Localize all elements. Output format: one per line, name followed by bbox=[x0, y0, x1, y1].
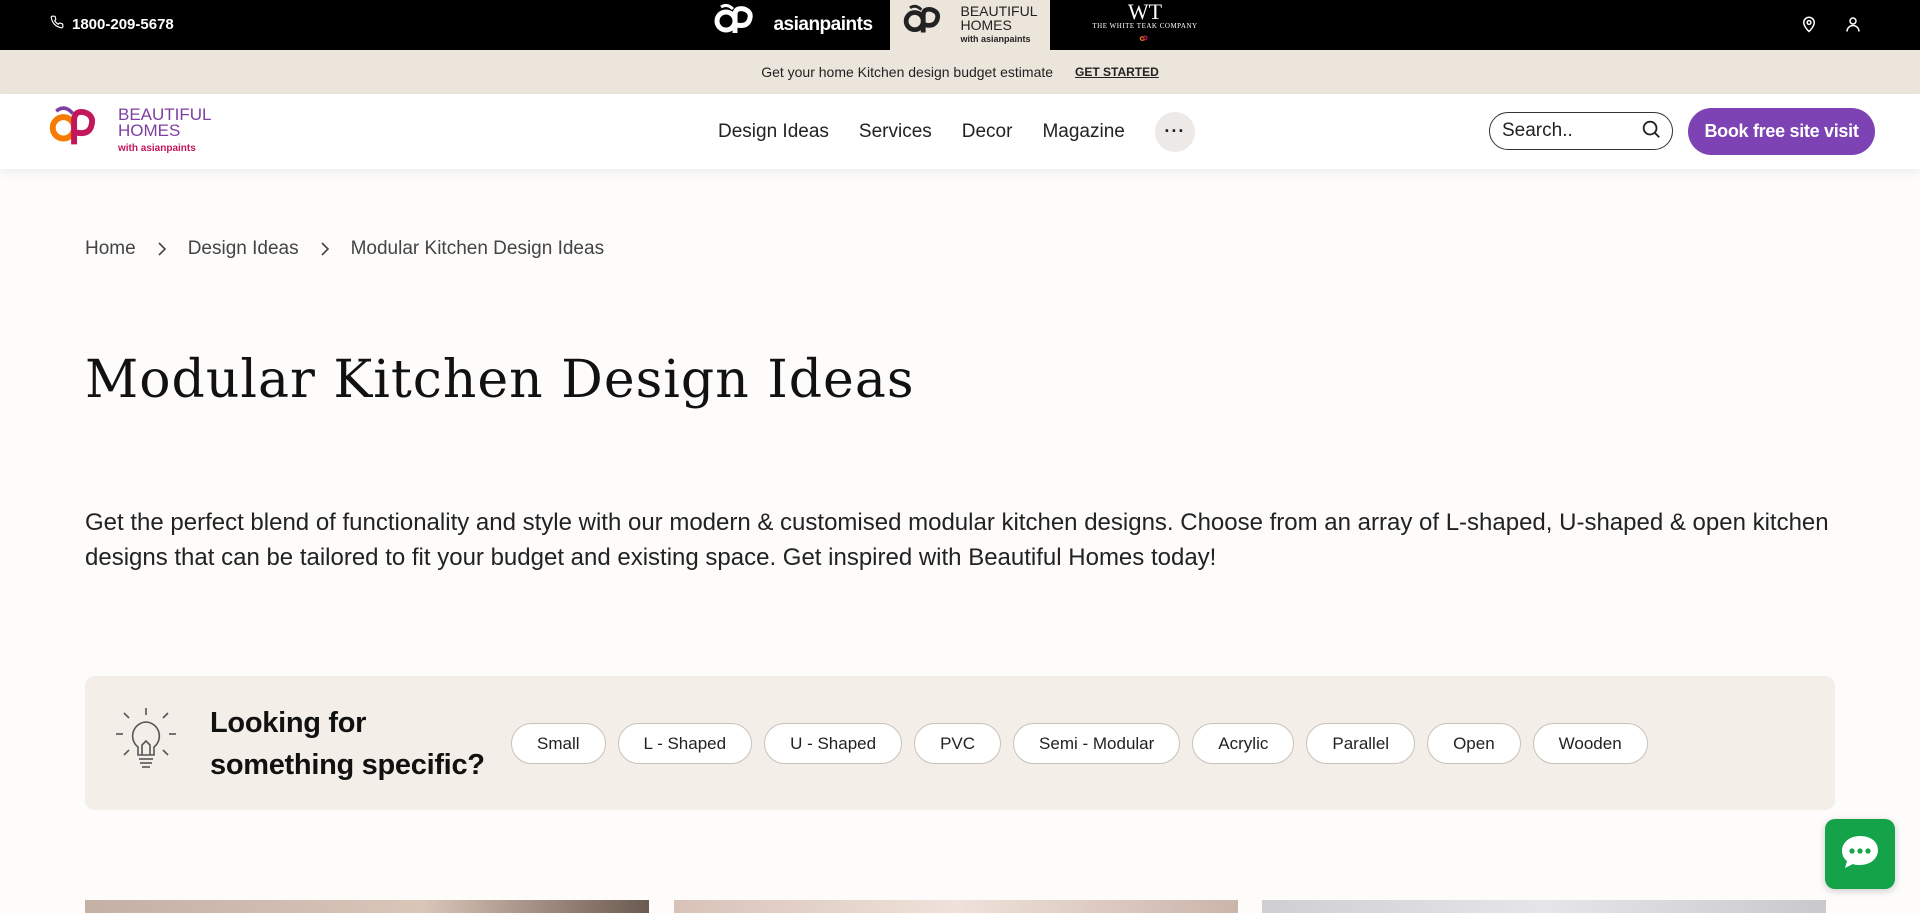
asianpaints-brand-link[interactable]: asianpaints bbox=[696, 0, 890, 50]
beautiful-homes-logo-icon bbox=[48, 104, 112, 159]
search-icon[interactable] bbox=[1640, 118, 1662, 145]
chat-button[interactable] bbox=[1825, 819, 1895, 889]
white-teak-brand-link[interactable]: WT THE WHITE TEAK COMPANY bbox=[1050, 0, 1240, 50]
logo-sub: with asianpaints bbox=[118, 142, 196, 154]
nav-menu: Design Ideas Services Decor Magazine ··· bbox=[718, 94, 1195, 169]
promo-text: Get your home Kitchen design budget esti… bbox=[761, 64, 1054, 80]
white-teak-ap-icon bbox=[1138, 30, 1152, 48]
filter-heading: Looking for something specific? bbox=[210, 702, 485, 786]
white-teak-monogram: WT bbox=[1127, 0, 1163, 24]
chip-small[interactable]: Small bbox=[511, 723, 606, 764]
bh-tab-sub: with asianpaints bbox=[960, 34, 1031, 44]
nav-item-services[interactable]: Services bbox=[859, 121, 932, 143]
beautiful-homes-tab-logo-icon bbox=[902, 4, 954, 47]
chip-parallel[interactable]: Parallel bbox=[1306, 723, 1416, 764]
promo-bar: Get your home Kitchen design budget esti… bbox=[0, 50, 1920, 94]
filter-heading-line2: something specific? bbox=[210, 749, 485, 781]
nav-item-magazine[interactable]: Magazine bbox=[1042, 121, 1124, 143]
design-card-image[interactable] bbox=[1262, 900, 1826, 913]
beautiful-homes-logo[interactable]: BEAUTIFUL HOMES with asianpaints bbox=[48, 104, 212, 159]
chip-pvc[interactable]: PVC bbox=[914, 723, 1002, 764]
chip-u-shaped[interactable]: U - Shaped bbox=[764, 723, 903, 764]
logo-line2: HOMES bbox=[118, 120, 181, 140]
top-bar: 1800-209-5678 asianpaints BEAUTIFUL HOME… bbox=[0, 0, 1920, 50]
page-title: Modular Kitchen Design Ideas bbox=[85, 350, 915, 410]
bh-tab-line2: HOMES bbox=[960, 17, 1012, 33]
lightbulb-icon bbox=[111, 706, 181, 785]
chip-wooden[interactable]: Wooden bbox=[1532, 723, 1648, 764]
top-bar-utilities bbox=[1800, 14, 1862, 39]
chevron-right-icon bbox=[315, 239, 335, 259]
more-menu-button[interactable]: ··· bbox=[1154, 111, 1195, 152]
phone-link[interactable]: 1800-209-5678 bbox=[50, 15, 174, 33]
nav-item-decor[interactable]: Decor bbox=[962, 121, 1013, 143]
filter-heading-line1: Looking for bbox=[210, 707, 367, 739]
phone-icon bbox=[50, 15, 64, 33]
user-account-icon[interactable] bbox=[1844, 14, 1862, 39]
chip-semi-modular[interactable]: Semi - Modular bbox=[1013, 723, 1181, 764]
location-pin-icon[interactable] bbox=[1800, 14, 1818, 39]
chip-open[interactable]: Open bbox=[1427, 723, 1521, 764]
breadcrumb-home[interactable]: Home bbox=[85, 238, 136, 260]
beautiful-homes-tab-text: BEAUTIFUL HOMES with asianpaints bbox=[960, 4, 1037, 46]
page-description: Get the perfect blend of functionality a… bbox=[85, 509, 1829, 571]
filter-chips: Small L - Shaped U - Shaped PVC Semi - M… bbox=[511, 723, 1648, 764]
search-input[interactable] bbox=[1502, 120, 1632, 142]
asianpaints-brand-name: asianpaints bbox=[773, 14, 873, 35]
nav-item-design-ideas[interactable]: Design Ideas bbox=[718, 121, 829, 143]
book-site-visit-button[interactable]: Book free site visit bbox=[1688, 108, 1875, 155]
brand-switcher: asianpaints BEAUTIFUL HOMES with asianpa… bbox=[696, 0, 1240, 50]
phone-number: 1800-209-5678 bbox=[72, 15, 174, 33]
white-teak-name: THE WHITE TEAK COMPANY bbox=[1092, 22, 1198, 30]
asianpaints-logo-icon bbox=[713, 3, 767, 48]
get-started-link[interactable]: GET STARTED bbox=[1075, 65, 1159, 79]
breadcrumb: Home Design Ideas Modular Kitchen Design… bbox=[85, 238, 604, 260]
chip-acrylic[interactable]: Acrylic bbox=[1192, 723, 1295, 764]
design-card-image[interactable] bbox=[85, 900, 649, 913]
chat-bubble-icon bbox=[1840, 834, 1880, 875]
chip-l-shaped[interactable]: L - Shaped bbox=[617, 723, 753, 764]
logo-wordmark: BEAUTIFUL HOMES with asianpaints bbox=[118, 106, 212, 157]
breadcrumb-current: Modular Kitchen Design Ideas bbox=[350, 238, 605, 259]
design-card-image[interactable] bbox=[674, 900, 1238, 913]
beautiful-homes-brand-link[interactable]: BEAUTIFUL HOMES with asianpaints bbox=[890, 0, 1050, 50]
breadcrumb-design-ideas[interactable]: Design Ideas bbox=[188, 238, 299, 260]
main-navigation: BEAUTIFUL HOMES with asianpaints Design … bbox=[0, 94, 1920, 169]
filter-panel: Looking for something specific? Small L … bbox=[85, 676, 1835, 810]
chevron-right-icon bbox=[152, 239, 172, 259]
search-box bbox=[1489, 112, 1673, 150]
